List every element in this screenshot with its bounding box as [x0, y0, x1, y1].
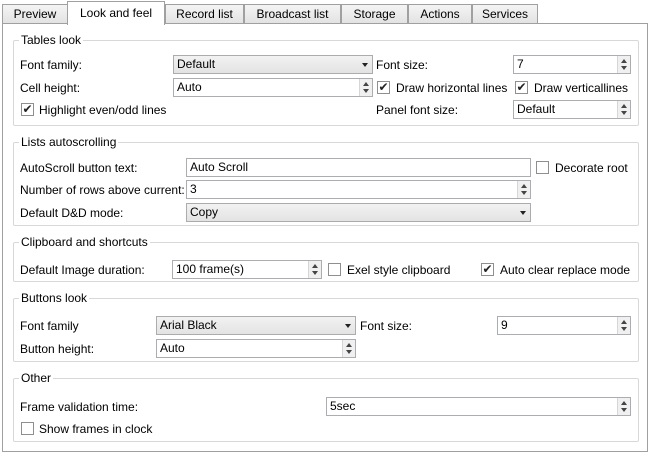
- button-font-size-label: Font size:: [360, 319, 413, 333]
- group-title: Other: [19, 371, 54, 385]
- tab-preview[interactable]: Preview: [2, 4, 68, 24]
- auto-clear-checkbox[interactable]: ✔: [481, 263, 494, 276]
- dnd-mode-combo[interactable]: Copy: [186, 203, 531, 222]
- frame-validation-value: 5sec: [330, 399, 356, 413]
- spinner-arrows-icon[interactable]: [617, 317, 630, 334]
- rows-above-label: Number of rows above current:: [20, 183, 185, 197]
- dnd-mode-value: Copy: [190, 205, 219, 219]
- rows-above-value: 3: [190, 182, 197, 196]
- check-icon: ✔: [22, 102, 33, 116]
- image-duration-value: 100 frame(s): [176, 262, 245, 276]
- decorate-root-checkbox[interactable]: [536, 161, 549, 174]
- group-buttons-look: Buttons look Font family Arial Black Fon…: [13, 291, 639, 362]
- auto-clear-label: Auto clear replace mode: [500, 263, 631, 277]
- group-clipboard-shortcuts: Clipboard and shortcuts Default Image du…: [13, 235, 639, 282]
- draw-vertical-label: Draw verticallines: [534, 81, 629, 95]
- show-frames-checkbox[interactable]: [21, 422, 34, 435]
- group-title: Tables look: [19, 33, 84, 47]
- tab-storage[interactable]: Storage: [341, 4, 408, 24]
- button-font-family-combo[interactable]: Arial Black: [156, 316, 356, 335]
- exel-style-checkbox[interactable]: [328, 263, 341, 276]
- font-size-spinner[interactable]: 7: [513, 55, 631, 74]
- panel-font-size-label: Panel font size:: [376, 103, 459, 117]
- group-title: Buttons look: [19, 291, 90, 305]
- button-height-label: Button height:: [20, 342, 95, 356]
- tab-actions[interactable]: Actions: [408, 4, 472, 24]
- tab-look-and-feel[interactable]: Look and feel: [67, 1, 165, 25]
- button-font-size-spinner[interactable]: 9: [497, 316, 631, 335]
- tab-label: Broadcast list: [256, 7, 329, 21]
- autoscroll-text-input[interactable]: Auto Scroll: [186, 158, 531, 177]
- tab-label: Record list: [176, 7, 233, 21]
- tab-label: Look and feel: [79, 6, 153, 20]
- image-duration-spinner[interactable]: 100 frame(s): [172, 260, 322, 279]
- draw-horizontal-checkbox[interactable]: ✔: [377, 81, 390, 94]
- font-family-value: Default: [177, 57, 216, 71]
- panel-font-size-value: Default: [517, 102, 556, 116]
- group-title: Lists autoscrolling: [19, 135, 119, 149]
- button-font-family-value: Arial Black: [160, 318, 217, 332]
- tab-label: Preview: [13, 7, 57, 21]
- exel-style-label: Exel style clipboard: [347, 263, 451, 277]
- chevron-down-icon: [520, 211, 526, 215]
- cell-height-value: Auto: [177, 80, 202, 94]
- tab-bar: Preview Look and feel Record list Broadc…: [0, 0, 650, 25]
- tab-broadcast-list[interactable]: Broadcast list: [244, 4, 341, 24]
- frame-validation-spinner[interactable]: 5sec: [326, 397, 631, 416]
- font-size-label: Font size:: [376, 58, 429, 72]
- highlight-label: Highlight even/odd lines: [39, 103, 167, 117]
- button-font-family-label: Font family: [20, 319, 79, 333]
- tab-services[interactable]: Services: [472, 4, 538, 24]
- draw-vertical-checkbox[interactable]: ✔: [515, 81, 528, 94]
- tab-label: Actions: [420, 7, 460, 21]
- cell-height-spinner[interactable]: Auto: [173, 78, 373, 97]
- check-icon: ✔: [482, 262, 493, 276]
- group-tables-look: Tables look Font family: Default Font si…: [13, 33, 639, 126]
- spinner-arrows-icon[interactable]: [617, 101, 630, 118]
- spinner-arrows-icon[interactable]: [517, 181, 530, 198]
- button-font-size-value: 9: [501, 318, 508, 332]
- frame-validation-label: Frame validation time:: [20, 400, 139, 414]
- check-icon: ✔: [378, 80, 389, 94]
- button-height-spinner[interactable]: Auto: [156, 339, 356, 358]
- image-duration-label: Default Image duration:: [20, 263, 145, 277]
- draw-horizontal-label: Draw horizontal lines: [396, 81, 508, 95]
- show-frames-label: Show frames in clock: [39, 422, 153, 436]
- button-height-value: Auto: [160, 341, 185, 355]
- spinner-arrows-icon[interactable]: [359, 79, 372, 96]
- rows-above-spinner[interactable]: 3: [186, 180, 531, 199]
- tab-record-list[interactable]: Record list: [165, 4, 244, 24]
- spinner-arrows-icon[interactable]: [617, 398, 630, 415]
- tab-label: Services: [481, 7, 528, 21]
- look-and-feel-panel: Tables look Font family: Default Font si…: [2, 23, 648, 452]
- spinner-arrows-icon[interactable]: [617, 56, 630, 73]
- spinner-arrows-icon[interactable]: [308, 261, 321, 278]
- group-lists-autoscrolling: Lists autoscrolling AutoScroll button te…: [13, 135, 639, 226]
- font-family-label: Font family:: [20, 58, 83, 72]
- highlight-checkbox[interactable]: ✔: [21, 103, 34, 116]
- check-icon: ✔: [516, 80, 527, 94]
- autoscroll-text-value: Auto Scroll: [190, 160, 249, 174]
- tab-label: Storage: [353, 7, 396, 21]
- decorate-root-label: Decorate root: [555, 161, 628, 175]
- font-size-value: 7: [517, 57, 524, 71]
- font-family-combo[interactable]: Default: [173, 55, 373, 74]
- panel-font-size-spinner[interactable]: Default: [513, 100, 631, 119]
- autoscroll-text-label: AutoScroll button text:: [20, 161, 138, 175]
- chevron-down-icon: [362, 63, 368, 67]
- dnd-mode-label: Default D&D mode:: [20, 206, 124, 220]
- cell-height-label: Cell height:: [20, 81, 81, 95]
- group-other: Other Frame validation time: 5sec Show f…: [13, 371, 639, 442]
- spinner-arrows-icon[interactable]: [342, 340, 355, 357]
- group-title: Clipboard and shortcuts: [19, 235, 150, 249]
- chevron-down-icon: [345, 324, 351, 328]
